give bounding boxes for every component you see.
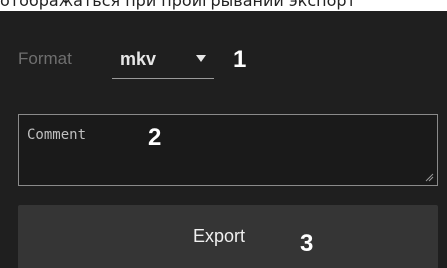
comment-textarea[interactable]: Comment (18, 114, 438, 186)
callout-number-2: 2 (148, 124, 162, 151)
page: отображаться при проигрывании экспорт Fo… (0, 0, 447, 268)
callout-number-1: 1 (233, 46, 247, 73)
comment-placeholder: Comment (27, 127, 87, 143)
top-caption: отображаться при проигрывании экспорт (0, 0, 356, 10)
export-button[interactable]: Export (18, 205, 438, 268)
callout-number-3: 3 (300, 230, 314, 257)
format-dropdown[interactable]: mkv (112, 48, 214, 79)
format-value: mkv (120, 49, 157, 69)
resize-grip-icon[interactable] (424, 172, 434, 182)
export-button-label: Export (193, 226, 246, 246)
format-label: Format (18, 49, 72, 68)
chevron-down-icon (196, 55, 206, 62)
export-panel: Format mkv 1 Comment 2 Export 3 (0, 11, 447, 268)
